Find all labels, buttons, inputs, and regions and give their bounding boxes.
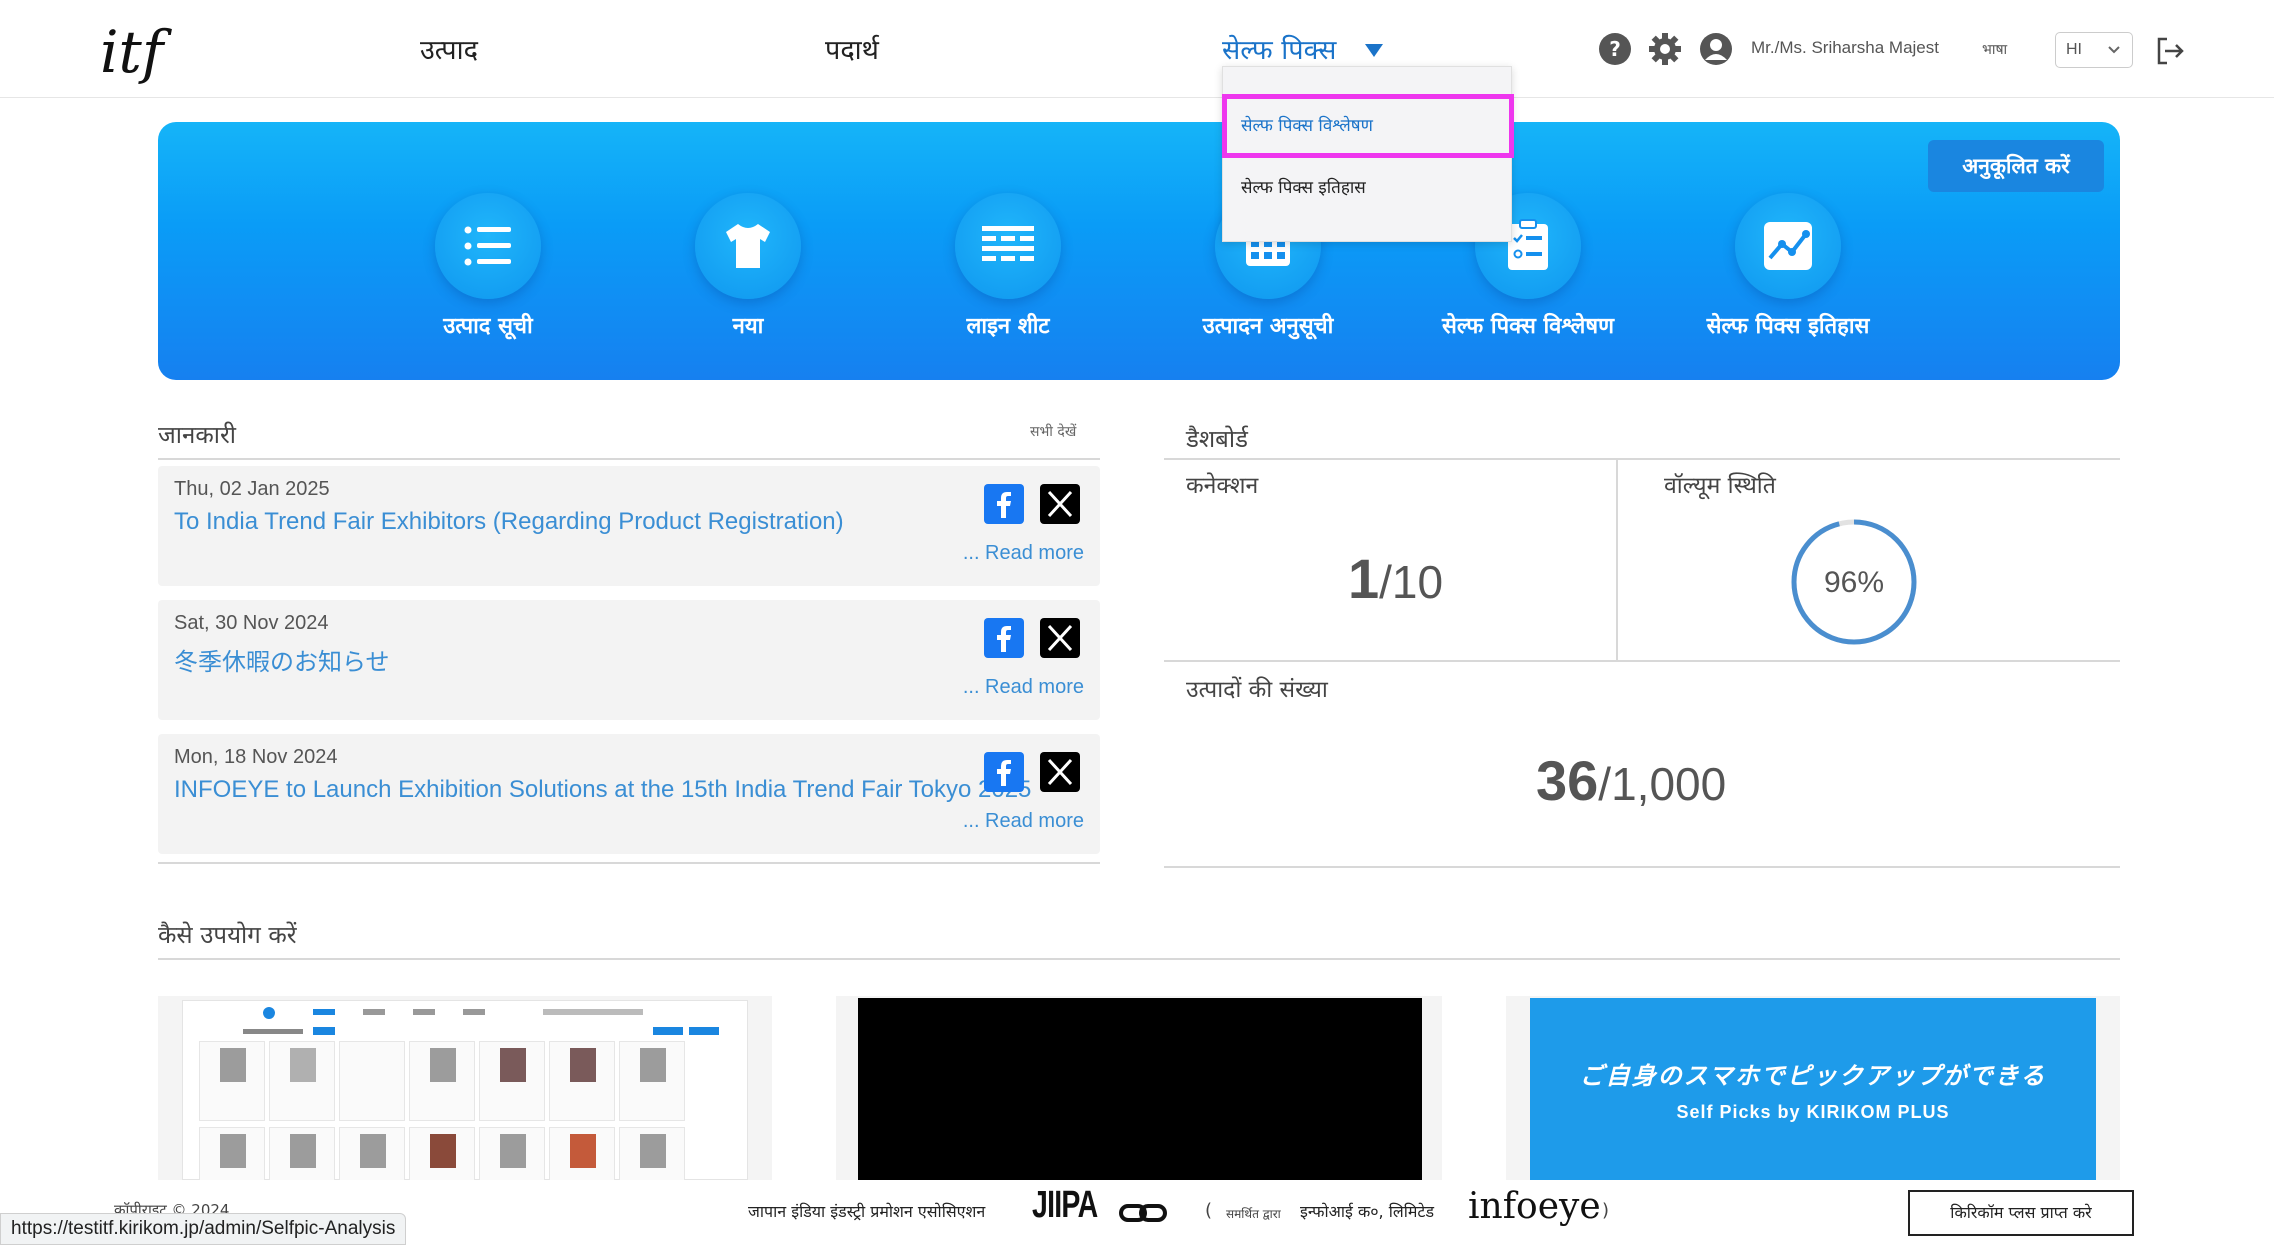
promo-banner: ご自身のスマホでピックアップができる Self Picks by KIRIKOM… (1530, 998, 2096, 1180)
tshirt-icon (726, 224, 770, 268)
facebook-share-icon[interactable] (984, 752, 1024, 792)
divider (158, 458, 1100, 460)
x-share-icon[interactable] (1040, 752, 1080, 792)
promo-en-text: Self Picks by KIRIKOM PLUS (1676, 1102, 1950, 1122)
products-value: 36 (1536, 749, 1599, 812)
products-max: /1,000 (1598, 758, 1727, 810)
tutorial-thumbnail-3[interactable]: ご自身のスマホでピックアップができる Self Picks by KIRIKOM… (1506, 996, 2120, 1180)
jiipa-text: जापान इंडिया इंडस्ट्री प्रमोशन एसोसिएशन (748, 1202, 986, 1221)
top-header: itf उत्पाद पदार्थ सेल्फ पिक्स ? Mr./Ms. … (0, 0, 2274, 98)
divider (1616, 460, 1618, 662)
banner-label-production-schedule[interactable]: उत्पादन अनुसूची (1148, 310, 1388, 340)
get-kirikom-plus-button[interactable]: किरिकॉम प्लस प्राप्त करे (1908, 1190, 2134, 1236)
divider (158, 958, 2120, 960)
svg-text:itf: itf (100, 18, 173, 86)
promo-jp-text: ご自身のスマホでピックアップができる (1579, 1062, 2047, 1090)
itf-logo[interactable]: itf (96, 10, 176, 90)
facebook-share-icon[interactable] (984, 484, 1024, 524)
read-more-link[interactable]: ... Read more (963, 810, 1084, 833)
paren-open: ( (1205, 1200, 1213, 1221)
connections-max: /10 (1379, 556, 1444, 608)
volume-label: वॉल्यूम स्थिति (1664, 473, 1776, 499)
banner-label-line-sheet[interactable]: लाइन शीट (888, 310, 1128, 340)
nav-selfpics[interactable]: सेल्फ पिक्स (1222, 30, 1336, 67)
user-icon[interactable] (1699, 32, 1733, 66)
products-count: 36/1,000 (1536, 748, 1726, 813)
divider (1164, 866, 2120, 868)
paren-close: ) (1602, 1200, 1610, 1221)
video-player[interactable] (858, 998, 1422, 1180)
news-date: Sat, 30 Nov 2024 (174, 612, 329, 634)
infoeye-company-text: इन्फोआई क०, लिमिटेड (1300, 1202, 1435, 1221)
banner-label-selfpics-history[interactable]: सेल्फ पिक्स इतिहास (1668, 310, 1908, 340)
dashboard-title: डैशबोर्ड (1186, 425, 1248, 453)
connections-value: 1 (1348, 547, 1380, 610)
see-all-link[interactable]: सभी देखें (1030, 422, 1076, 441)
news-title-link[interactable]: 冬季休暇のお知らせ (174, 642, 390, 677)
banner-item-selfpics-history[interactable] (1735, 193, 1841, 299)
user-name[interactable]: Mr./Ms. Sriharsha Majest (1751, 38, 1939, 58)
highlight-box (1222, 94, 1514, 158)
news-date: Mon, 18 Nov 2024 (174, 746, 338, 768)
tutorial-thumbnail-1[interactable] (158, 996, 772, 1180)
how-to-title: कैसे उपयोग करें (158, 921, 297, 949)
divider (1164, 458, 2120, 460)
caret-down-icon[interactable] (1365, 44, 1383, 57)
banner-item-product-list[interactable] (435, 193, 541, 299)
nav-products[interactable]: उत्पाद (420, 30, 478, 67)
language-label: भाषा (1982, 42, 2008, 58)
read-more-link[interactable]: ... Read more (963, 542, 1084, 565)
banner-item-new[interactable] (695, 193, 801, 299)
customize-button[interactable]: अनुकूलित करें (1928, 140, 2104, 192)
infoeye-logo[interactable]: infoeye (1468, 1186, 1601, 1227)
tutorial-video-thumbnail[interactable] (836, 996, 1442, 1180)
help-icon[interactable]: ? (1598, 32, 1632, 66)
list-icon (464, 226, 511, 266)
status-bar-url: https://testitf.kirikom.jp/admin/Selfpic… (0, 1213, 407, 1245)
screenshot-preview (182, 1000, 748, 1180)
divider (1164, 660, 2120, 662)
banner-label-selfpics-analysis[interactable]: सेल्फ पिक्स विश्लेषण (1408, 310, 1648, 340)
x-share-icon[interactable] (1040, 484, 1080, 524)
connections-label: कनेक्शन (1186, 473, 1259, 499)
banner-label-product-list[interactable]: उत्पाद सूची (368, 310, 608, 340)
news-card: Mon, 18 Nov 2024 INFOEYE to Launch Exhib… (158, 734, 1100, 854)
info-title: जानकारी (158, 421, 237, 449)
facebook-share-icon[interactable] (984, 618, 1024, 658)
products-count-label: उत्पादों की संख्या (1186, 677, 1328, 703)
svg-text:?: ? (1609, 37, 1621, 61)
chevron-down-icon (2108, 46, 2120, 54)
language-value: HI (2066, 41, 2082, 58)
news-title-link[interactable]: To India Trend Fair Exhibitors (Regardin… (174, 508, 844, 536)
news-card: Thu, 02 Jan 2025 To India Trend Fair Exh… (158, 466, 1100, 586)
banner-label-new[interactable]: नया (628, 310, 868, 340)
logout-icon[interactable] (2153, 34, 2187, 68)
supported-by-text: समर्थित द्वारा (1226, 1207, 1281, 1221)
divider (158, 862, 1100, 864)
language-select[interactable]: HI (2055, 32, 2133, 68)
connections-count: 1/10 (1348, 546, 1443, 611)
link-icon (1119, 1204, 1167, 1222)
news-card: Sat, 30 Nov 2024 冬季休暇のお知らせ ... Read more (158, 600, 1100, 720)
nav-materials[interactable]: पदार्थ (825, 30, 879, 67)
x-share-icon[interactable] (1040, 618, 1080, 658)
jiipa-logo[interactable]: JIIPA (1032, 1184, 1098, 1227)
dropdown-item-selfpics-history[interactable]: सेल्फ पिक्स इतिहास (1241, 175, 1366, 198)
gear-icon[interactable] (1648, 32, 1682, 66)
volume-percent: 96% (1823, 566, 1885, 599)
line-sheet-icon (982, 226, 1034, 261)
banner-item-line-sheet[interactable] (955, 193, 1061, 299)
chart-icon (1764, 222, 1812, 270)
news-date: Thu, 02 Jan 2025 (174, 478, 330, 500)
read-more-link[interactable]: ... Read more (963, 676, 1084, 699)
news-title-link[interactable]: INFOEYE to Launch Exhibition Solutions a… (174, 776, 1031, 804)
